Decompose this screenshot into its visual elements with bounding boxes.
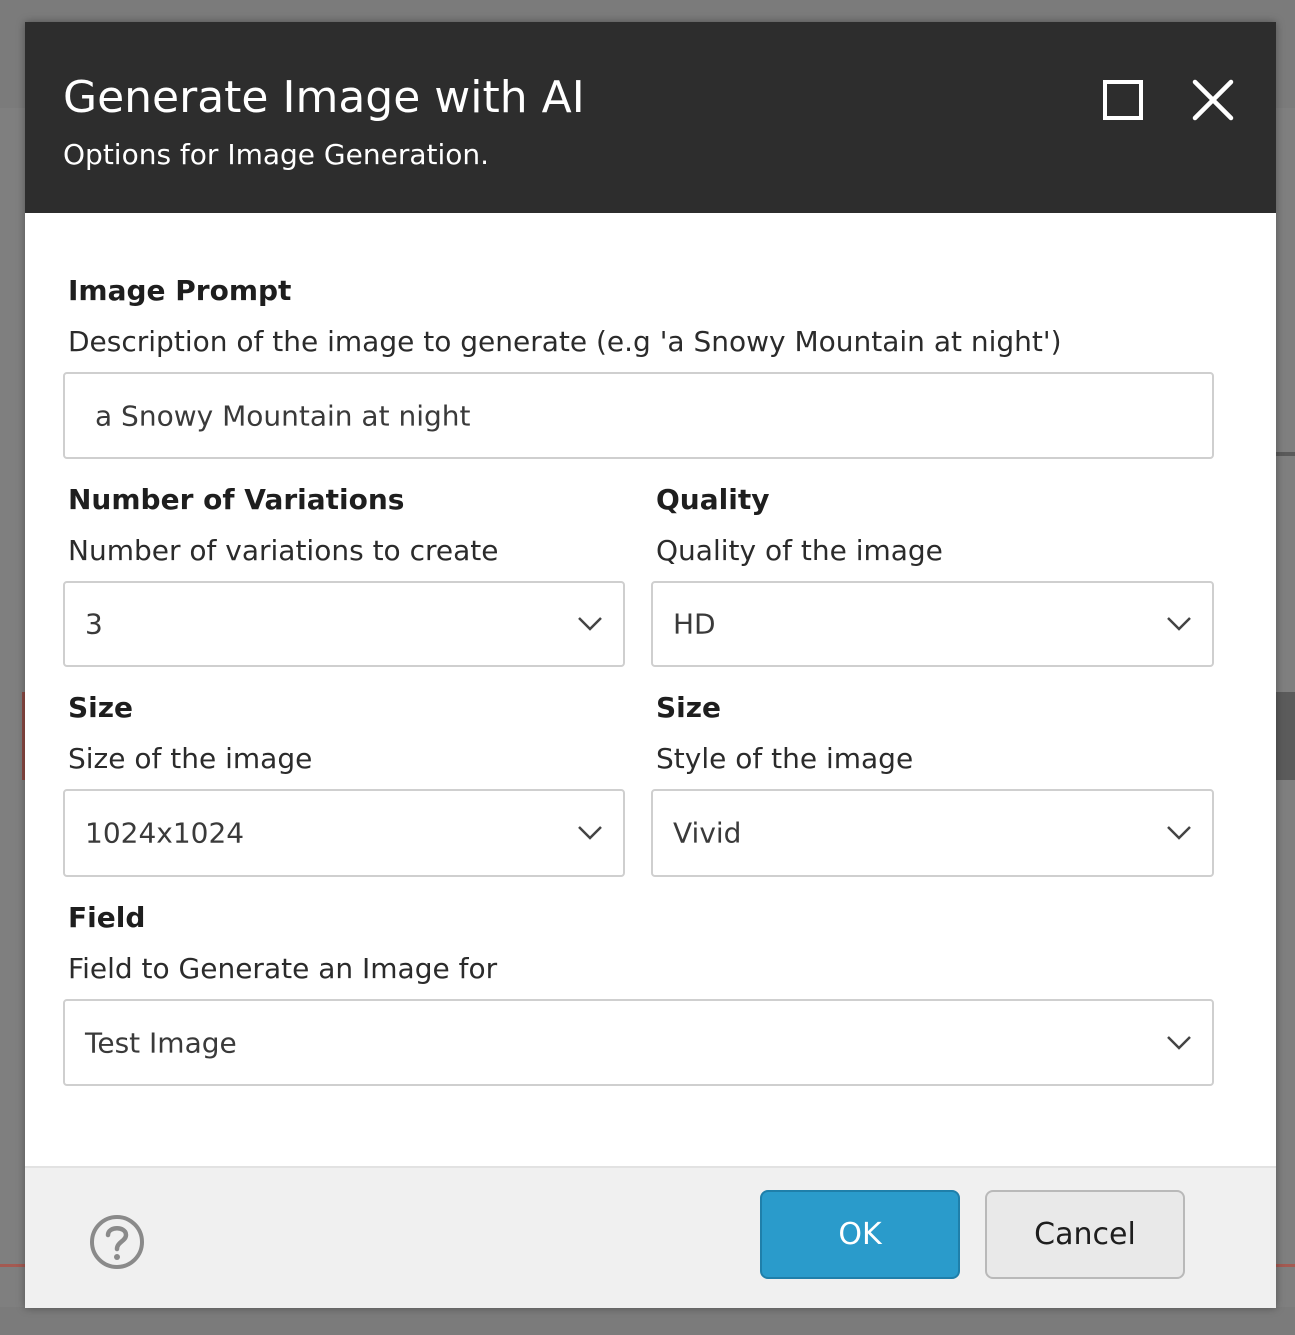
target-field-help: Field to Generate an Image for bbox=[68, 952, 498, 985]
variations-label: Number of Variations bbox=[68, 483, 405, 516]
quality-select[interactable]: HD bbox=[651, 581, 1214, 667]
size-select[interactable]: 1024x1024 bbox=[63, 789, 625, 877]
chevron-down-icon bbox=[1166, 616, 1192, 632]
chevron-down-icon bbox=[1166, 825, 1192, 841]
background-divider bbox=[1276, 452, 1295, 456]
chevron-down-icon bbox=[577, 616, 603, 632]
prompt-input[interactable]: a Snowy Mountain at night bbox=[63, 372, 1214, 459]
target-field-select[interactable]: Test Image bbox=[63, 999, 1214, 1086]
size-help: Size of the image bbox=[68, 742, 313, 775]
cancel-button[interactable]: Cancel bbox=[985, 1190, 1185, 1279]
size-label: Size bbox=[68, 691, 134, 724]
prompt-input-value: a Snowy Mountain at night bbox=[95, 399, 471, 432]
quality-label: Quality bbox=[656, 483, 770, 516]
help-circle-icon bbox=[90, 1215, 144, 1269]
close-button[interactable] bbox=[1189, 76, 1237, 124]
dialog-subtitle: Options for Image Generation. bbox=[63, 138, 490, 171]
style-label: Size bbox=[656, 691, 722, 724]
variations-select[interactable]: 3 bbox=[63, 581, 625, 667]
style-select-value: Vivid bbox=[673, 816, 742, 850]
variations-select-value: 3 bbox=[85, 607, 103, 641]
chevron-down-icon bbox=[577, 825, 603, 841]
size-select-value: 1024x1024 bbox=[85, 816, 245, 850]
dialog-title: Generate Image with AI bbox=[63, 72, 585, 123]
help-button[interactable] bbox=[87, 1212, 147, 1272]
dialog-footer: OK Cancel bbox=[25, 1166, 1276, 1308]
background-block bbox=[1276, 692, 1295, 780]
dialog-header: Generate Image with AI Options for Image… bbox=[25, 22, 1276, 213]
target-field-label: Field bbox=[68, 901, 146, 934]
quality-help: Quality of the image bbox=[656, 534, 943, 567]
variations-help: Number of variations to create bbox=[68, 534, 499, 567]
close-icon bbox=[1192, 79, 1234, 121]
maximize-icon bbox=[1103, 80, 1143, 120]
style-select[interactable]: Vivid bbox=[651, 789, 1214, 877]
maximize-button[interactable] bbox=[1099, 76, 1147, 124]
prompt-label: Image Prompt bbox=[68, 274, 292, 307]
ok-button[interactable]: OK bbox=[760, 1190, 960, 1279]
chevron-down-icon bbox=[1166, 1035, 1192, 1051]
target-field-select-value: Test Image bbox=[85, 1026, 237, 1059]
quality-select-value: HD bbox=[673, 607, 716, 641]
prompt-help: Description of the image to generate (e.… bbox=[68, 325, 1062, 358]
generate-image-dialog: Generate Image with AI Options for Image… bbox=[25, 22, 1276, 1308]
style-help: Style of the image bbox=[656, 742, 914, 775]
